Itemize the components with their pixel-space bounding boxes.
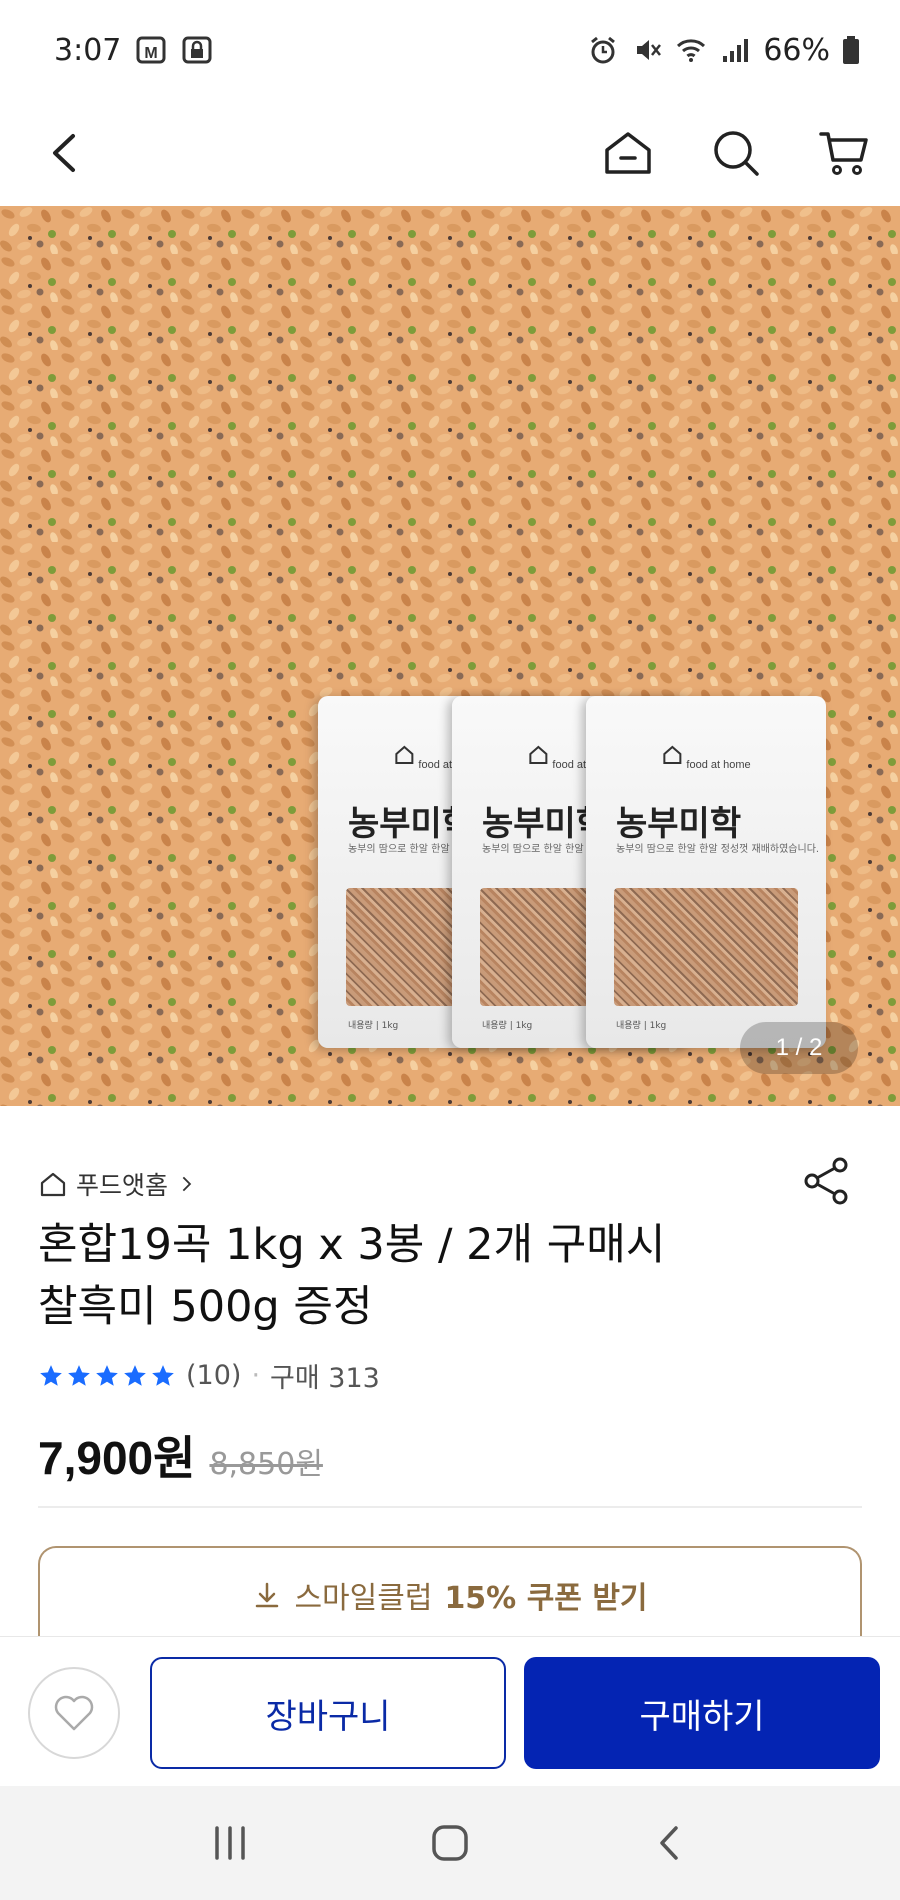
- battery-icon: [842, 34, 860, 66]
- star-icon: [68, 1364, 90, 1386]
- chevron-right-icon: [182, 1176, 192, 1192]
- pack-subtitle: 농부의 땀으로 한알 한알 정성껏 재배하였습니다.: [616, 844, 820, 855]
- bottom-action-bar: 장바구니 구매하기: [0, 1636, 900, 1786]
- download-icon: [256, 1582, 279, 1608]
- pack-window: [614, 888, 798, 1006]
- battery-level: 66%: [763, 32, 830, 68]
- coupon-prefix: 스마일클럽: [294, 1581, 433, 1616]
- recents-icon: [215, 1826, 245, 1860]
- buy-now-button[interactable]: 구매하기: [524, 1657, 880, 1769]
- original-price: 8,850원: [209, 1447, 323, 1482]
- back-icon: [53, 134, 75, 172]
- star-icon: [124, 1364, 146, 1386]
- pack-brand-logo: food at home: [661, 744, 751, 771]
- product-image-carousel[interactable]: food at home 농부미학 농부의 땀으로 한알 한알 정성껏 재배하였…: [0, 206, 900, 1106]
- pack-foot: 내용량 | 1kg: [616, 1021, 667, 1031]
- house-logo-icon: [529, 745, 548, 764]
- mute-icon: [631, 34, 663, 66]
- star-icon: [96, 1364, 118, 1386]
- product-info: 푸드앳홈 혼합19곡 1kg x 3봉 / 2개 구매시 찰흑미 500g 증정…: [0, 1106, 900, 1642]
- status-time: 3:07: [54, 32, 122, 68]
- house-logo-icon: [395, 745, 414, 764]
- separator-dot: ·: [251, 1360, 261, 1391]
- top-nav-actions: [596, 121, 876, 185]
- coupon-offer: 15% 쿠폰 받기: [444, 1581, 648, 1616]
- share-icon: [804, 1157, 848, 1205]
- heart-icon: [54, 1695, 94, 1731]
- sale-price: 7,900원: [38, 1432, 196, 1484]
- recents-button[interactable]: [200, 1813, 260, 1873]
- wifi-icon: [675, 34, 707, 66]
- m-badge-icon: M: [135, 34, 167, 66]
- alarm-icon: [587, 34, 619, 66]
- back-button[interactable]: [34, 121, 98, 185]
- svg-text:M: M: [145, 45, 158, 62]
- image-pager: 1 / 2: [740, 1022, 858, 1074]
- pack-title: 농부미학: [616, 804, 742, 844]
- cart-icon: [819, 132, 868, 175]
- home-square-icon: [432, 1825, 468, 1861]
- store-name: 푸드앳홈: [76, 1171, 169, 1200]
- pack-foot: 내용량 | 1kg: [348, 1021, 399, 1031]
- cart-button[interactable]: [812, 121, 876, 185]
- product-title-line1: 혼합19곡 1kg x 3봉 / 2개 구매시: [38, 1220, 666, 1270]
- search-button[interactable]: [704, 121, 768, 185]
- store-link[interactable]: 푸드앳홈: [38, 1166, 198, 1202]
- home-button[interactable]: [596, 121, 660, 185]
- product-title-line2: 찰흑미 500g 증정: [38, 1282, 373, 1332]
- add-to-cart-button[interactable]: 장바구니: [150, 1657, 506, 1769]
- divider: [38, 1506, 862, 1508]
- search-icon: [714, 131, 759, 176]
- home-icon: [605, 132, 651, 174]
- store-home-icon: [40, 1172, 66, 1197]
- status-bar: 3:07 M 66%: [0, 0, 900, 100]
- rating-row[interactable]: (10) · 구매 313: [38, 1356, 380, 1395]
- star-icon: [40, 1364, 62, 1386]
- house-logo-icon: [663, 745, 682, 764]
- pack-brand: food at home: [686, 759, 751, 771]
- home-system-button[interactable]: [420, 1813, 480, 1873]
- status-right: 66%: [587, 33, 860, 68]
- status-left: 3:07 M: [54, 33, 213, 68]
- product-title: 혼합19곡 1kg x 3봉 / 2개 구매시 찰흑미 500g 증정: [38, 1214, 798, 1338]
- package-image: food at home 농부미학 농부의 땀으로 한알 한알 정성껏 재배하였…: [586, 696, 826, 1048]
- coupon-download-button[interactable]: 스마일클럽 15% 쿠폰 받기: [38, 1546, 862, 1642]
- purchase-count: 구매 313: [270, 1363, 380, 1394]
- star-rating: [38, 1363, 176, 1389]
- back-chevron-icon: [660, 1826, 678, 1860]
- signal-icon: [719, 34, 751, 66]
- review-count: (10): [186, 1360, 242, 1391]
- back-system-button[interactable]: [640, 1813, 700, 1873]
- star-icon: [152, 1364, 174, 1386]
- lock-badge-icon: [181, 34, 213, 66]
- product-packages: food at home 농부미학 농부의 땀으로 한알 한알 정성껏 재배하였…: [318, 696, 838, 1056]
- pack-foot: 내용량 | 1kg: [482, 1021, 533, 1031]
- price-row: 7,900원 8,850원: [38, 1422, 323, 1488]
- wishlist-button[interactable]: [28, 1667, 120, 1759]
- top-navigation: [0, 100, 900, 206]
- share-button[interactable]: [802, 1156, 852, 1206]
- system-navigation-bar: [0, 1786, 900, 1900]
